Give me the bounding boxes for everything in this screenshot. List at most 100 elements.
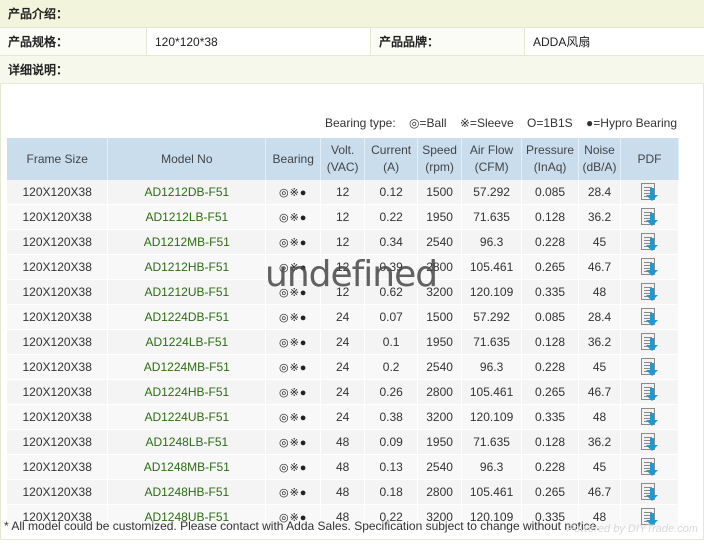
pdf-download-icon[interactable] [639, 482, 661, 502]
download-arrow-glyph [645, 438, 658, 451]
cell-airflow: 105.461 [461, 479, 523, 505]
cell-noise: 45 [578, 229, 621, 255]
pdf-download-icon[interactable] [639, 282, 661, 302]
pdf-download-icon[interactable] [639, 357, 661, 377]
cell-current: 0.2 [364, 354, 419, 380]
cell-noise: 46.7 [578, 254, 621, 280]
cell-current: 0.13 [364, 454, 419, 480]
pdf-download-icon[interactable] [639, 457, 661, 477]
cell-airflow: 105.461 [461, 379, 523, 405]
cell-volt: 12 [320, 229, 366, 255]
table-row: 120X120X38 AD1248LB-F51 ◎※● 48 0.09 1950 71.63… [7, 429, 679, 455]
pdf-download-icon[interactable] [639, 207, 661, 227]
cell-pressure: 0.228 [521, 354, 580, 380]
pdf-download-icon[interactable] [639, 332, 661, 352]
pdf-download-icon[interactable] [639, 307, 661, 327]
legend-prefix: Bearing type: [324, 116, 396, 130]
cell-model: AD1212UB-F51 [107, 279, 267, 305]
cell-noise: 46.7 [578, 379, 621, 405]
pdf-download-icon[interactable] [639, 257, 661, 277]
table-row: 120X120X38 AD1212MB-F51 ◎※● 12 0.34 2540 96.3 0… [7, 229, 679, 255]
cell-model: AD1224HB-F51 [107, 379, 267, 405]
pdf-download-icon[interactable] [639, 182, 661, 202]
cell-pdf [620, 180, 679, 205]
cell-pdf [620, 379, 679, 405]
product-intro-label: 产品介绍： [8, 7, 69, 21]
table-row: 120X120X38 AD1224HB-F51 ◎※● 24 0.26 2800 105.4… [7, 379, 679, 405]
cell-bearing: ◎※● [265, 429, 322, 455]
cell-pdf [620, 304, 679, 330]
download-arrow-glyph [645, 313, 658, 326]
cell-bearing: ◎※● [265, 229, 322, 255]
cell-model: AD1212DB-F51 [107, 180, 267, 205]
product-spec-label: 产品规格： [0, 28, 147, 55]
cell-current: 0.22 [364, 204, 419, 230]
cell-bearing: ◎※● [265, 404, 322, 430]
customization-note: * All model could be customized. Please … [4, 519, 600, 533]
cell-model: AD1248HB-F51 [107, 479, 267, 505]
cell-speed: 2540 [417, 354, 463, 380]
table-row: 120X120X38 AD1248MB-F51 ◎※● 48 0.13 2540 96.3 0… [7, 454, 679, 480]
column-header-unit: (rpm) [425, 160, 454, 174]
cell-speed: 1950 [417, 329, 463, 355]
cell-airflow: 120.109 [461, 279, 523, 305]
cell-pressure: 0.265 [521, 254, 580, 280]
cell-frame: 120X120X38 [7, 454, 109, 480]
pdf-download-icon[interactable] [639, 432, 661, 452]
table-row: 120X120X38 AD1224DB-F51 ◎※● 24 0.07 1500 57.29… [7, 304, 679, 330]
bearing-legend: Bearing type: ◎=Ball ※=Sleeve O=1B1S ●=H… [315, 116, 677, 130]
legend-sleeve: ※=Sleeve [459, 116, 514, 130]
cell-pdf [620, 279, 679, 305]
download-arrow-glyph [645, 463, 658, 476]
cell-current: 0.18 [364, 479, 419, 505]
cell-pdf [620, 329, 679, 355]
column-header-label: Noise [584, 143, 615, 157]
cell-volt: 24 [320, 329, 366, 355]
cell-noise: 28.4 [578, 180, 621, 205]
cell-frame: 120X120X38 [7, 404, 109, 430]
column-header: Frame Size [7, 138, 109, 180]
spec-table: Frame Size Model No Bearing Volt. (VAC) Curre… [7, 138, 679, 530]
cell-model: AD1248LB-F51 [107, 429, 267, 455]
product-spec-row: 产品规格： 120*120*38 产品品牌： ADDA风扇 [0, 28, 704, 56]
cell-model: AD1212MB-F51 [107, 229, 267, 255]
cell-airflow: 96.3 [461, 354, 523, 380]
cell-pressure: 0.085 [521, 180, 580, 205]
cell-pressure: 0.335 [521, 279, 580, 305]
cell-frame: 120X120X38 [7, 379, 109, 405]
cell-frame: 120X120X38 [7, 229, 109, 255]
column-header: Volt. (VAC) [320, 138, 366, 180]
cell-volt: 48 [320, 454, 366, 480]
cell-bearing: ◎※● [265, 204, 322, 230]
table-header-row: Frame Size Model No Bearing Volt. (VAC) Curre… [7, 138, 679, 180]
cell-volt: 24 [320, 404, 366, 430]
cell-noise: 36.2 [578, 204, 621, 230]
pdf-download-icon[interactable] [639, 232, 661, 252]
cell-noise: 45 [578, 354, 621, 380]
column-header: Current (A) [364, 138, 419, 180]
cell-pressure: 0.265 [521, 479, 580, 505]
table-row: 120X120X38 AD1212DB-F51 ◎※● 12 0.12 1500 57.29… [7, 180, 679, 205]
cell-speed: 2800 [417, 479, 463, 505]
cell-speed: 2540 [417, 454, 463, 480]
pdf-download-icon[interactable] [639, 382, 661, 402]
cell-airflow: 71.635 [461, 204, 523, 230]
cell-bearing: ◎※● [265, 454, 322, 480]
detail-label: 详细说明： [8, 63, 69, 77]
cell-pressure: 0.128 [521, 204, 580, 230]
pdf-download-icon[interactable] [639, 407, 661, 427]
column-header-unit: (VAC) [326, 160, 359, 174]
cell-speed: 1950 [417, 429, 463, 455]
table-row: 120X120X38 AD1212LB-F51 ◎※● 12 0.22 1950 71.63… [7, 204, 679, 230]
cell-pressure: 0.085 [521, 304, 580, 330]
column-header: Speed (rpm) [417, 138, 463, 180]
cell-frame: 120X120X38 [7, 180, 109, 205]
cell-volt: 24 [320, 379, 366, 405]
product-spec-value: 120*120*38 [147, 28, 371, 55]
column-header: Bearing [265, 138, 322, 180]
cell-model: AD1224MB-F51 [107, 354, 267, 380]
cell-pdf [620, 479, 679, 505]
download-arrow-glyph [645, 288, 658, 301]
cell-volt: 12 [320, 180, 366, 205]
cell-volt: 48 [320, 479, 366, 505]
